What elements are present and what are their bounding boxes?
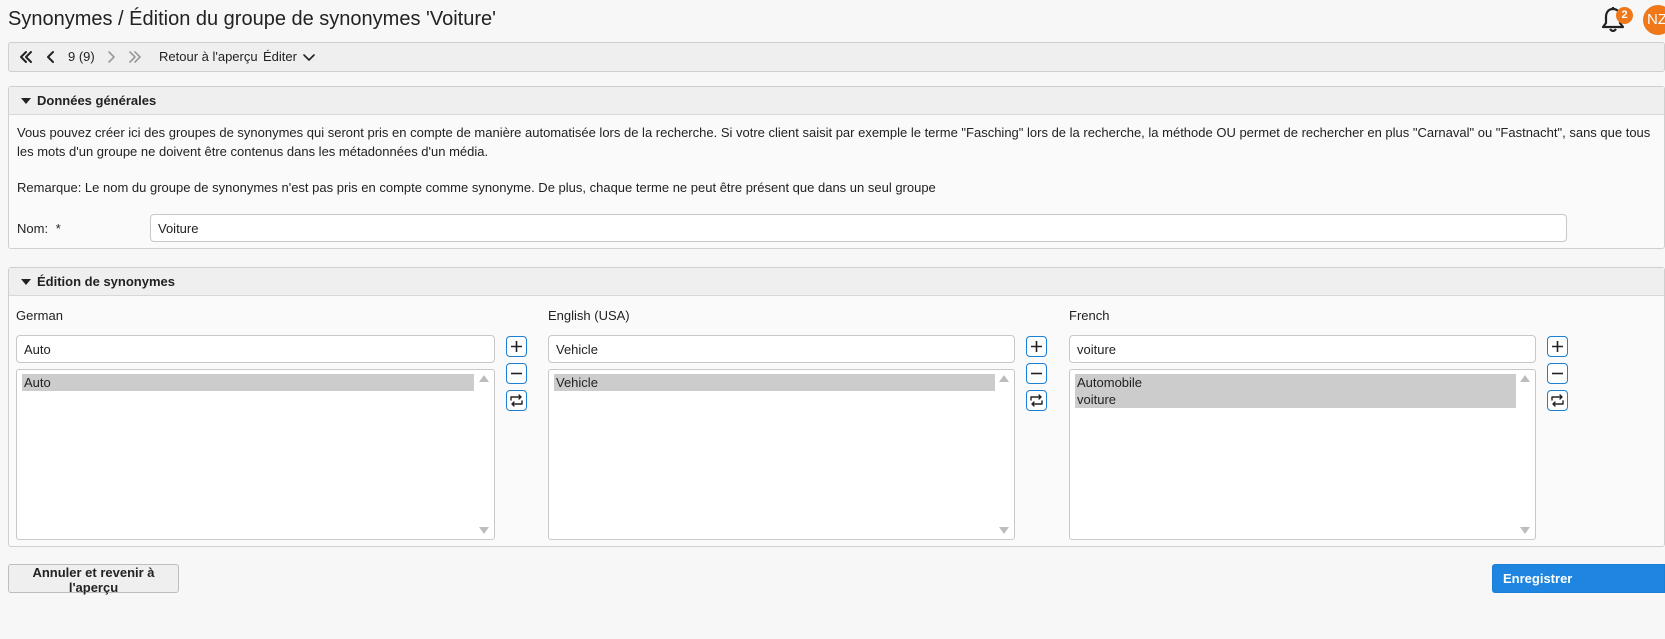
minus-icon	[511, 372, 522, 375]
previous-record-icon[interactable]	[43, 49, 59, 65]
save-button[interactable]: Enregistrer	[1492, 564, 1665, 593]
add-german-synonym-button[interactable]	[506, 336, 527, 357]
minus-icon	[1031, 372, 1042, 375]
name-input[interactable]	[150, 214, 1567, 242]
record-position: 9 (9)	[68, 49, 95, 64]
list-item[interactable]: voiture	[1075, 391, 1516, 408]
general-data-panel: Données générales Vous pouvez créer ici …	[8, 86, 1665, 249]
french-term-input[interactable]	[1069, 335, 1536, 363]
replace-french-synonym-button[interactable]	[1547, 390, 1568, 411]
caret-down-icon	[21, 98, 31, 104]
scroll-down-icon[interactable]	[479, 527, 489, 534]
first-record-icon[interactable]	[18, 49, 34, 65]
last-record-icon[interactable]	[127, 49, 143, 65]
german-term-input[interactable]	[16, 335, 495, 363]
scroll-up-icon[interactable]	[479, 375, 489, 382]
scroll-down-icon[interactable]	[1520, 527, 1530, 534]
english-term-input[interactable]	[548, 335, 1015, 363]
general-data-header[interactable]: Données générales	[9, 87, 1664, 115]
swap-icon	[510, 394, 523, 407]
notification-badge: 2	[1616, 7, 1633, 24]
add-english-synonym-button[interactable]	[1026, 336, 1047, 357]
page-header: Synonymes / Édition du groupe de synonym…	[0, 0, 1665, 42]
list-item[interactable]: Auto	[22, 374, 474, 391]
german-synonym-list[interactable]: Auto	[16, 369, 495, 540]
replace-german-synonym-button[interactable]	[506, 390, 527, 411]
name-label-text: Nom:	[17, 221, 49, 236]
remove-french-synonym-button[interactable]	[1547, 363, 1568, 384]
name-label: Nom: *	[17, 221, 61, 236]
edit-menu[interactable]: Éditer	[263, 43, 297, 71]
language-label-french: French	[1069, 308, 1110, 323]
swap-icon	[1030, 394, 1043, 407]
chevron-down-icon[interactable]	[301, 49, 317, 65]
english-synonym-list[interactable]: Vehicle	[548, 369, 1015, 540]
general-data-title: Données générales	[37, 93, 157, 108]
language-label-english: English (USA)	[548, 308, 630, 323]
record-toolbar: 9 (9) Retour à l'aperçu Éditer	[8, 42, 1665, 72]
plus-icon	[1031, 341, 1042, 352]
back-to-overview-link[interactable]: Retour à l'aperçu	[159, 43, 258, 71]
required-mark: *	[55, 221, 61, 236]
plus-icon	[511, 341, 522, 352]
edit-menu-label: Éditer	[263, 49, 297, 64]
scroll-down-icon[interactable]	[999, 527, 1009, 534]
french-synonym-list[interactable]: Automobile voiture	[1069, 369, 1536, 540]
description-text: Vous pouvez créer ici des groupes de syn…	[17, 125, 1651, 159]
page-title: Synonymes / Édition du groupe de synonym…	[8, 8, 496, 30]
synonyms-panel: Édition de synonymes German Auto English…	[8, 267, 1665, 547]
minus-icon	[1552, 372, 1563, 375]
scroll-up-icon[interactable]	[999, 375, 1009, 382]
list-item[interactable]: Automobile	[1075, 374, 1516, 391]
next-record-icon[interactable]	[103, 49, 119, 65]
plus-icon	[1552, 341, 1563, 352]
scroll-up-icon[interactable]	[1520, 375, 1530, 382]
cancel-button[interactable]: Annuler et revenir à l'aperçu	[8, 564, 179, 595]
replace-english-synonym-button[interactable]	[1026, 390, 1047, 411]
add-french-synonym-button[interactable]	[1547, 336, 1568, 357]
remark-text: Remarque: Le nom du groupe de synonymes …	[17, 180, 936, 195]
synonyms-title: Édition de synonymes	[37, 274, 175, 289]
remove-german-synonym-button[interactable]	[506, 363, 527, 384]
remove-english-synonym-button[interactable]	[1026, 363, 1047, 384]
avatar[interactable]: NZ	[1643, 5, 1665, 35]
list-item[interactable]: Vehicle	[554, 374, 995, 391]
swap-icon	[1551, 394, 1564, 407]
caret-down-icon	[21, 279, 31, 285]
language-label-german: German	[16, 308, 63, 323]
synonyms-header[interactable]: Édition de synonymes	[9, 268, 1664, 296]
